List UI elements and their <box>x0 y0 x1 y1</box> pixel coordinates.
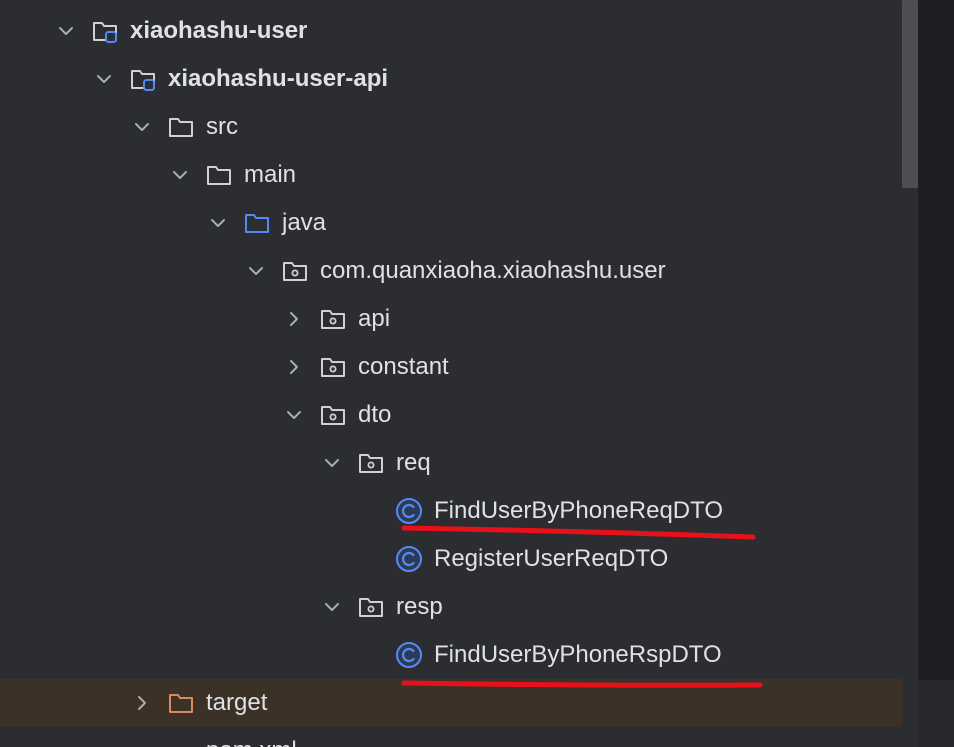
tree-item[interactable]: FindUserByPhoneRspDTO <box>0 631 902 679</box>
chevron-right-icon[interactable] <box>282 355 306 379</box>
excluded-folder-icon <box>167 689 195 717</box>
tree-item-label: xiaohashu-user <box>130 17 308 44</box>
tree-item[interactable]: xiaohashu-user <box>0 7 902 55</box>
chevron-down-icon[interactable] <box>206 211 230 235</box>
tree-item-label: dto <box>358 401 392 428</box>
package-icon <box>281 257 309 285</box>
chevron-down-icon[interactable] <box>54 19 78 43</box>
tree-item-label: java <box>282 209 327 236</box>
tree-item-label: FindUserByPhoneRspDTO <box>434 641 722 668</box>
package-icon <box>319 353 347 381</box>
source-folder-icon <box>243 209 271 237</box>
tree-item[interactable]: xiaohashu-user-api <box>0 55 902 103</box>
tree-item[interactable]: api <box>0 295 902 343</box>
scrollbar-thumb[interactable] <box>902 0 918 188</box>
project-tree: xiaohashu-user xiaohashu-user-api src main j… <box>0 0 902 747</box>
chevron-down-icon[interactable] <box>244 259 268 283</box>
vertical-scrollbar[interactable] <box>902 0 918 747</box>
chevron-down-icon[interactable] <box>130 115 154 139</box>
folder-icon <box>205 161 233 189</box>
package-icon <box>357 593 385 621</box>
tree-item-label: main <box>244 161 297 188</box>
chevron-right-icon[interactable] <box>282 307 306 331</box>
tree-item-label: src <box>206 113 238 140</box>
tree-item-label: RegisterUserReqDTO <box>434 545 669 572</box>
editor-gutter-panel <box>918 0 954 747</box>
tree-item-label: api <box>358 305 391 332</box>
chevron-right-icon[interactable] <box>130 691 154 715</box>
chevron-down-icon[interactable] <box>92 67 116 91</box>
package-icon <box>319 305 347 333</box>
module-folder-icon <box>91 17 119 45</box>
folder-icon <box>167 113 195 141</box>
tree-item[interactable]: resp <box>0 583 902 631</box>
class-icon <box>395 641 423 669</box>
class-icon <box>395 497 423 525</box>
chevron-down-icon[interactable] <box>320 451 344 475</box>
tree-item-label: com.quanxiaoha.xiaohashu.user <box>320 257 666 284</box>
svg-text:m: m <box>170 739 193 747</box>
tree-item-label: req <box>396 449 431 476</box>
editor-gutter-panel-lower <box>918 680 954 747</box>
tree-item-label: FindUserByPhoneReqDTO <box>434 497 724 524</box>
tree-item[interactable]: src <box>0 103 902 151</box>
tree-item-label: xiaohashu-user-api <box>168 65 389 92</box>
tree-item-label: resp <box>396 593 443 620</box>
tree-item-label: target <box>206 689 268 716</box>
tree-item[interactable]: constant <box>0 343 902 391</box>
tree-item[interactable]: com.quanxiaoha.xiaohashu.user <box>0 247 902 295</box>
tree-item[interactable]: main <box>0 151 902 199</box>
chevron-down-icon[interactable] <box>168 163 192 187</box>
chevron-down-icon[interactable] <box>320 595 344 619</box>
tree-item[interactable]: FindUserByPhoneReqDTO <box>0 487 902 535</box>
package-icon <box>357 449 385 477</box>
chevron-down-icon[interactable] <box>282 403 306 427</box>
tree-item-label: pom.xml <box>206 727 297 747</box>
maven-icon: m <box>167 737 195 747</box>
tree-item[interactable]: m pom.xml <box>0 727 902 747</box>
tree-item[interactable]: RegisterUserReqDTO <box>0 535 902 583</box>
class-icon <box>395 545 423 573</box>
tree-item[interactable]: req <box>0 439 902 487</box>
tree-item[interactable]: java <box>0 199 902 247</box>
package-icon <box>319 401 347 429</box>
tree-item-label: constant <box>358 353 449 380</box>
tree-item[interactable]: dto <box>0 391 902 439</box>
module-folder-icon <box>129 65 157 93</box>
tree-item[interactable]: target <box>0 679 902 727</box>
